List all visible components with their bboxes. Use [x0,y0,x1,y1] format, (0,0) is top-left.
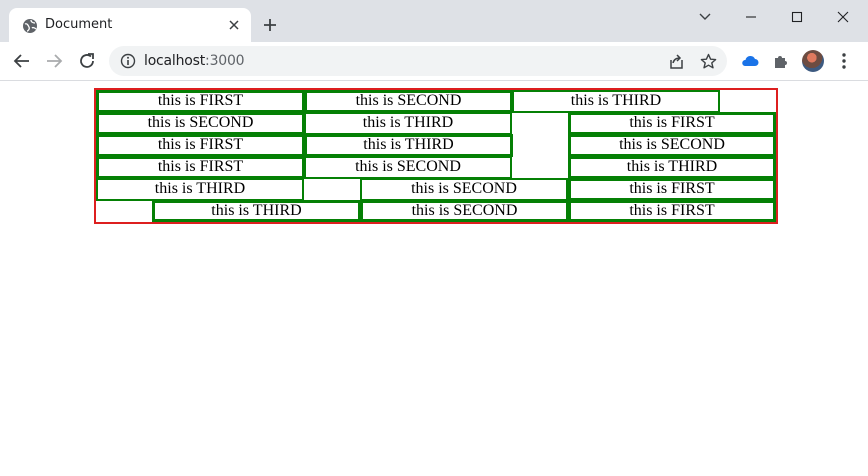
chevron-down-icon[interactable] [682,6,728,28]
tab-strip: Document [0,0,868,42]
reload-icon[interactable] [78,52,96,70]
forward-icon[interactable] [45,52,63,70]
cell: this is THIRD [304,134,513,157]
cell: this is SECOND [360,200,569,222]
cell: this is SECOND [304,156,512,179]
cell: this is THIRD [96,178,304,201]
cell: this is FIRST [96,90,305,113]
cell: this is SECOND [568,134,776,157]
plus-icon[interactable] [262,17,278,33]
page-viewport: this is FIRST this is SECOND this is THI… [0,81,868,476]
toolbar: localhost:3000 [0,42,868,81]
cell: this is THIRD [152,200,361,222]
tab-title: Document [45,17,113,32]
star-icon[interactable] [700,53,717,70]
cell: this is FIRST [96,156,305,179]
browser-tab[interactable]: Document [9,8,251,42]
cell: this is FIRST [96,134,305,157]
avatar[interactable] [802,50,824,72]
cell: this is SECOND [360,178,568,201]
url-port: :3000 [205,53,245,69]
puzzle-icon[interactable] [772,52,790,70]
cell: this is SECOND [96,112,305,135]
cell: this is FIRST [568,112,776,135]
url-host: localhost [144,53,206,69]
maximize-icon[interactable] [774,6,820,28]
minimize-icon[interactable] [728,6,774,28]
globe-icon [23,19,37,33]
back-icon[interactable] [13,52,31,70]
cell: this is THIRD [512,90,720,113]
cell: this is FIRST [568,200,776,222]
address-bar[interactable]: localhost:3000 [109,46,727,76]
cell: this is SECOND [304,90,513,113]
share-icon[interactable] [668,53,685,70]
cell: this is THIRD [304,112,512,135]
cell: this is THIRD [568,156,776,179]
url-text: localhost:3000 [144,53,245,69]
cloud-icon[interactable] [740,52,760,70]
kebab-menu-icon[interactable] [836,52,852,70]
info-icon[interactable] [120,53,136,69]
outer-red-container: this is FIRST this is SECOND this is THI… [94,88,778,224]
close-window-icon[interactable] [820,6,866,28]
cell: this is FIRST [568,178,776,201]
close-icon[interactable] [227,18,241,32]
